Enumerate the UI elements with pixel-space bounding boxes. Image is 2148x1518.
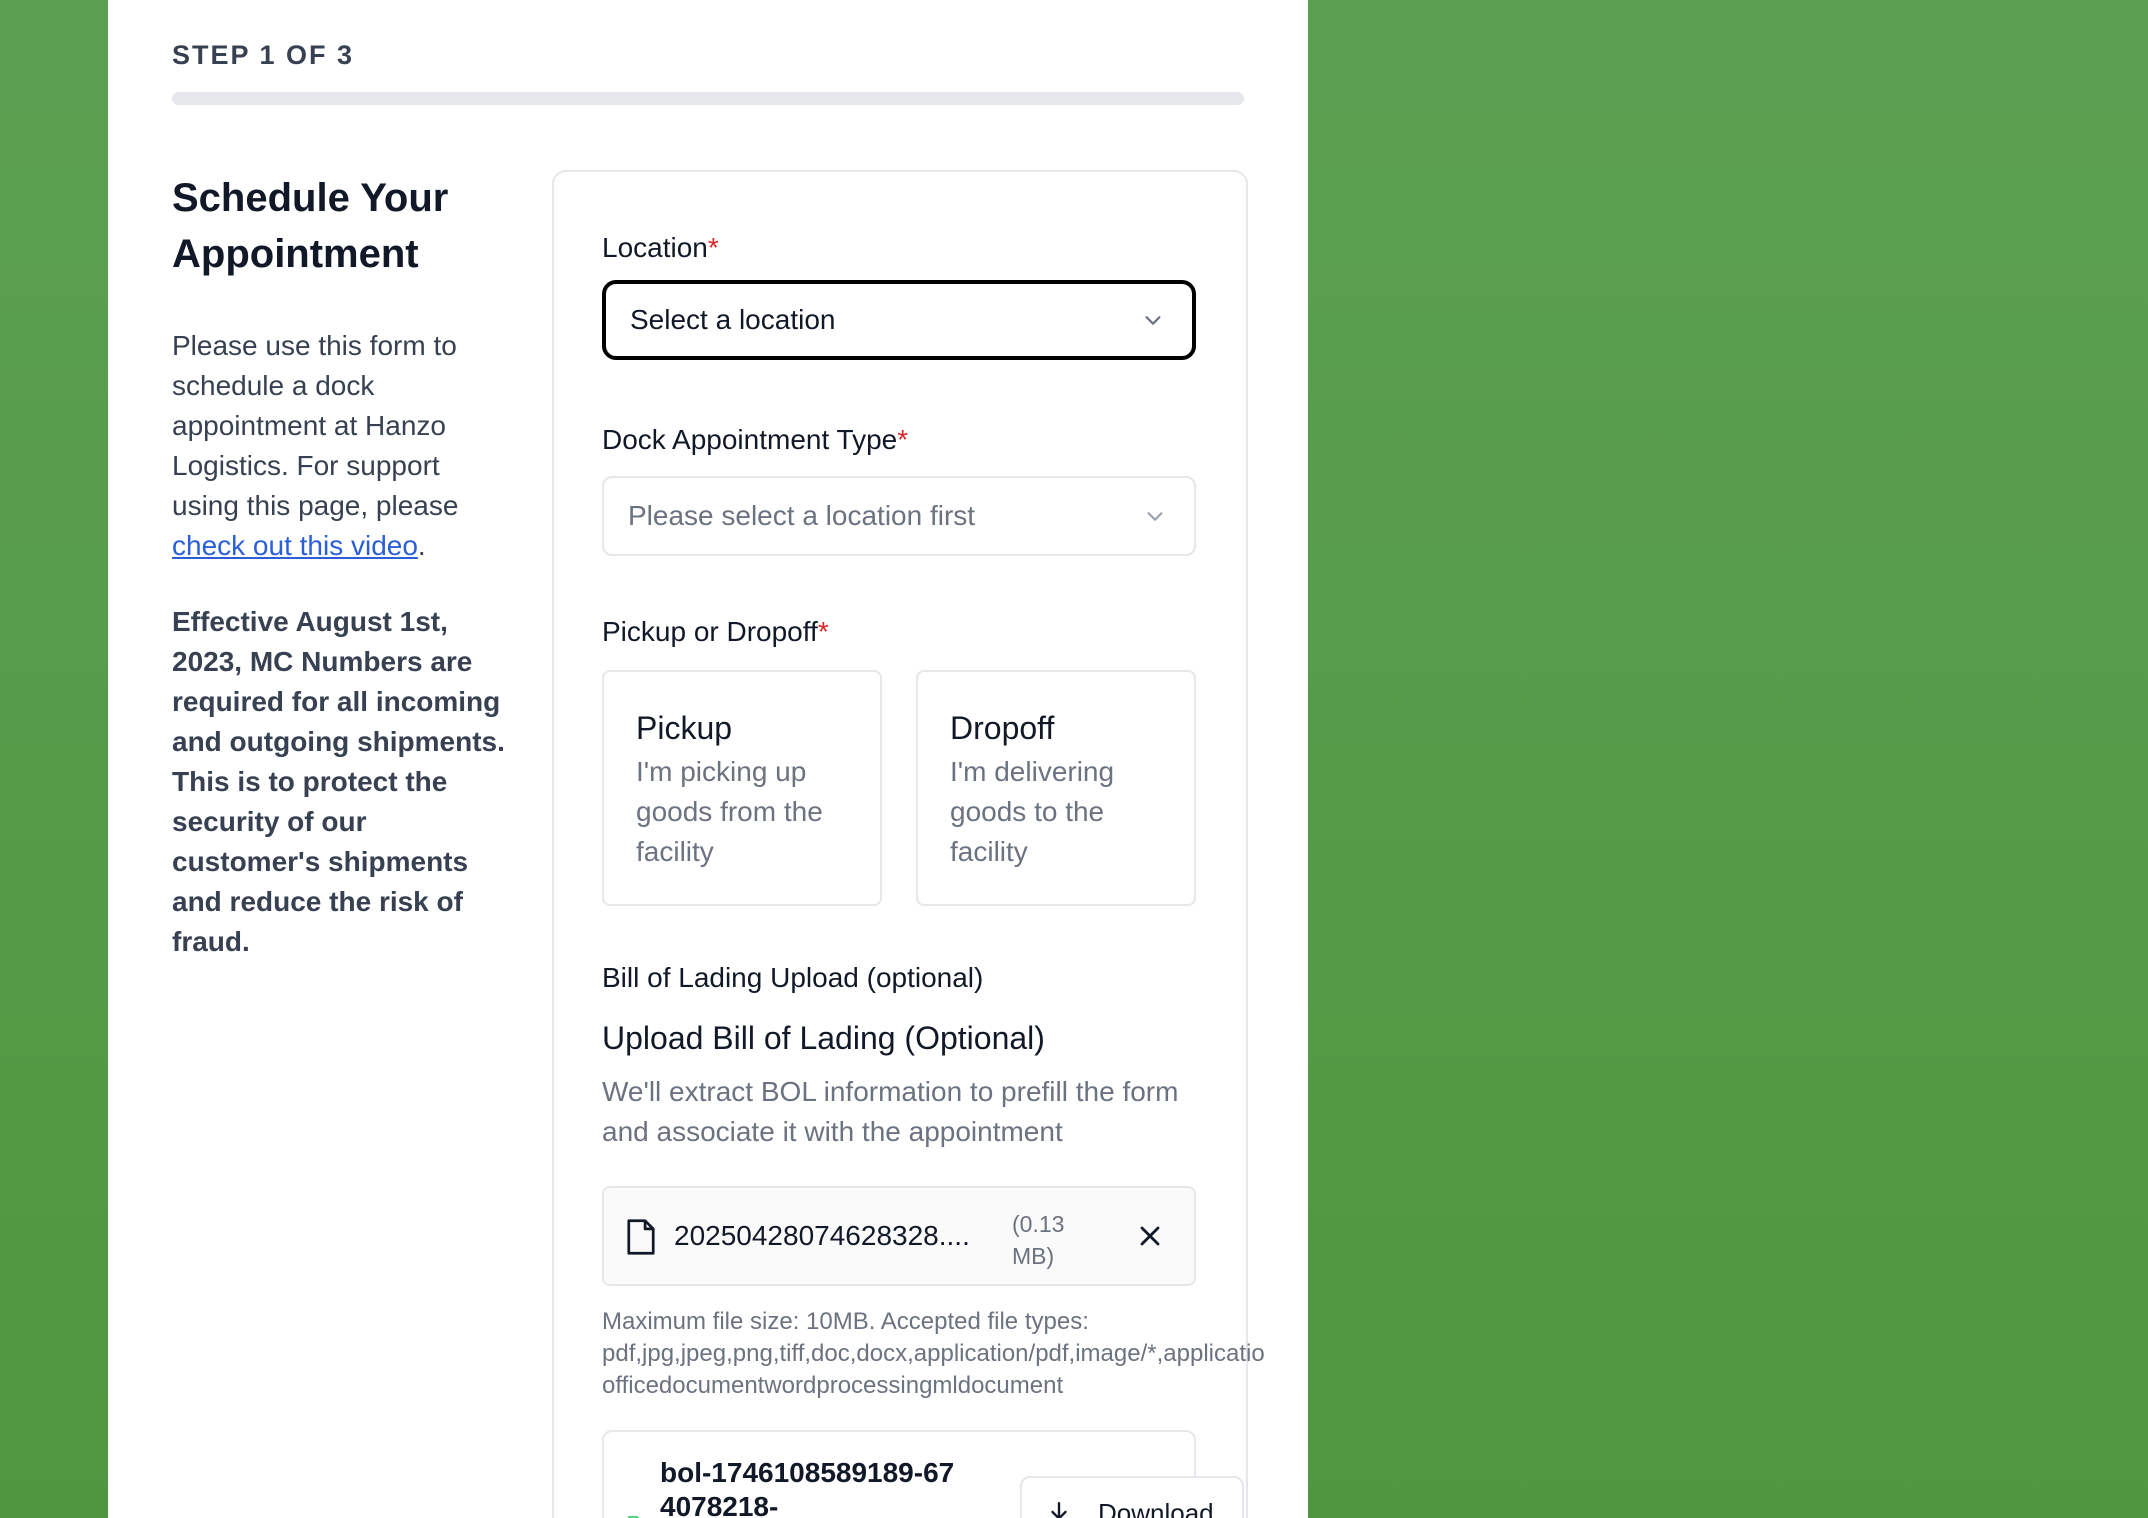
bol-upload-heading: Upload Bill of Lading (Optional) — [602, 1020, 1045, 1056]
pickup-option[interactable]: Pickup I'm picking up goods from the fac… — [602, 670, 882, 906]
pickup-option-description: I'm picking up goods from the facility — [636, 756, 823, 867]
download-label: Download — [1098, 1498, 1214, 1518]
bol-upload-description: We'll extract BOL information to prefill… — [602, 1076, 1179, 1147]
appointment-type-placeholder: Please select a location first — [628, 500, 976, 531]
required-mark: * — [897, 424, 909, 455]
download-icon — [1051, 1502, 1067, 1518]
progress-bar — [172, 92, 1244, 105]
dropoff-option-description: I'm delivering goods to the facility — [950, 756, 1115, 867]
download-button[interactable]: Download — [1020, 1476, 1244, 1518]
step-indicator: STEP 1 OF 3 — [172, 40, 355, 70]
close-icon[interactable] — [1138, 1224, 1162, 1248]
intro-description-end: . — [417, 530, 426, 561]
appointment-form: Location* Select a location Dock Appoint… — [552, 170, 1265, 1518]
location-label: Location* — [602, 232, 719, 264]
required-mark: * — [817, 616, 829, 647]
bol-document-name: bol-1746108589189-674078218- — [660, 1457, 955, 1518]
pickup-option-title: Pickup — [636, 710, 733, 746]
intro-section: Schedule Your Appointment Please use thi… — [172, 170, 512, 962]
video-link[interactable]: check out this video — [172, 530, 418, 561]
bol-section-label: Bill of Lading Upload (optional) — [602, 962, 984, 993]
intro-description-text: Please use this form to schedule a dock … — [172, 330, 459, 521]
page-title: Schedule Your Appointment — [172, 176, 449, 276]
chevron-down-icon — [1147, 512, 1163, 521]
intro-description: Please use this form to schedule a dock … — [172, 326, 512, 566]
pickup-dropoff-label-text: Pickup or Dropoff — [602, 616, 818, 647]
form-panel: STEP 1 OF 3 Schedule Your Appointment Pl… — [108, 0, 1308, 1518]
dropoff-option[interactable]: Dropoff I'm delivering goods to the faci… — [916, 670, 1196, 906]
appointment-type-label-text: Dock Appointment Type — [602, 424, 898, 455]
file-type-hint-line3: officedocumentwordprocessingmldocument — [602, 1372, 1064, 1399]
chevron-down-icon — [1145, 316, 1161, 325]
uploaded-file-name: 20250428074628328.... — [674, 1220, 970, 1251]
file-type-hint-line1: Maximum file size: 10MB. Accepted file t… — [602, 1308, 1089, 1335]
dropoff-option-title: Dropoff — [950, 710, 1055, 746]
file-type-hint: Maximum file size: 10MB. Accepted file t… — [602, 1306, 1308, 1402]
location-label-text: Location — [602, 232, 708, 263]
pickup-dropoff-label: Pickup or Dropoff* — [602, 616, 829, 648]
required-mark: * — [707, 232, 719, 263]
location-select[interactable]: Select a location — [602, 280, 1196, 360]
uploaded-file-row: 20250428074628328.... (0.13 MB) — [602, 1186, 1196, 1286]
location-select-value: Select a location — [630, 304, 836, 335]
file-icon — [627, 1219, 655, 1255]
appointment-type-label: Dock Appointment Type* — [602, 424, 908, 456]
file-type-hint-line2: pdf,jpg,jpeg,png,tiff,doc,docx,applicati… — [602, 1340, 1265, 1367]
uploaded-file-size: (0.13 MB) — [1012, 1211, 1065, 1269]
appointment-type-select[interactable]: Please select a location first — [602, 476, 1196, 556]
mc-number-notice: Effective August 1st, 2023, MC Numbers a… — [172, 606, 505, 957]
